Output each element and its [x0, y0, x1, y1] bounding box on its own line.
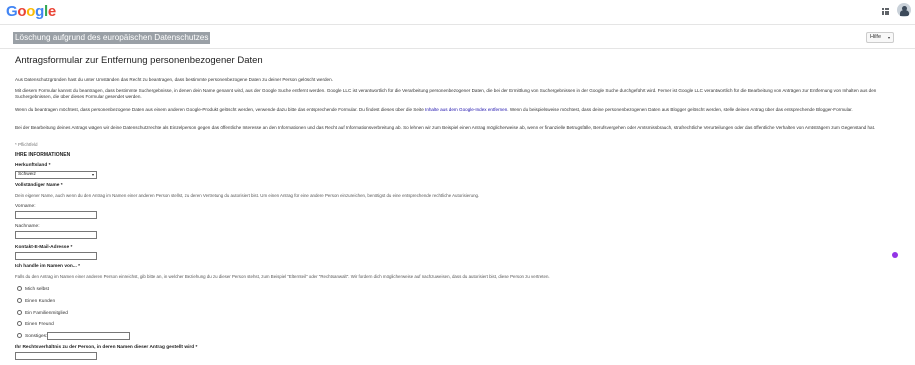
logo-letter: e — [47, 3, 56, 20]
scope-paragraph: Mit diesem Formular kannst du beantragen… — [15, 88, 877, 99]
paragraph-text: Wenn du beantragen möchtest, dass person… — [15, 107, 426, 112]
radio-label: Sonstiges: — [25, 333, 48, 339]
balancing-paragraph: Bei der Bearbeitung deines Antrags wägen… — [15, 125, 876, 130]
lastname-input[interactable] — [15, 231, 97, 239]
country-select-value: Schweiz — [18, 172, 36, 177]
apps-grid-icon[interactable] — [882, 8, 890, 16]
radio-label: Ein Familienmitglied — [25, 310, 68, 316]
other-relationship-input[interactable] — [47, 332, 130, 340]
relationship-input[interactable] — [15, 352, 97, 360]
logo-letter: o — [26, 3, 36, 20]
intro-paragraph: Aus Datenschutzgründen hast du unter Ums… — [15, 77, 333, 82]
help-button[interactable]: Hilfe ▾ — [866, 32, 894, 43]
section-title: IHRE INFORMATIONEN — [15, 152, 71, 158]
google-logo[interactable]: Google — [6, 3, 56, 20]
paragraph-text: . Wenn du beispielsweise möchtest, dass … — [507, 107, 853, 112]
radio-button[interactable] — [17, 310, 22, 315]
form-title: Antragsformular zur Entfernung personenb… — [15, 55, 263, 66]
radio-button[interactable] — [17, 333, 22, 338]
remove-content-link[interactable]: Inhalte aus dem Google-Index entfernen — [425, 107, 507, 112]
radio-self[interactable]: Mich selbst — [17, 286, 49, 292]
country-label: Herkunftsland * — [15, 163, 51, 168]
assistant-dot-icon[interactable] — [892, 252, 898, 258]
other-products-paragraph: Wenn du beantragen möchtest, dass person… — [15, 107, 903, 113]
radio-client[interactable]: Einen Kunden — [17, 298, 55, 304]
avatar[interactable] — [897, 3, 911, 17]
country-select[interactable]: Schweiz ▾ — [15, 171, 97, 179]
radio-button[interactable] — [17, 286, 22, 291]
divider — [0, 48, 915, 49]
radio-other[interactable]: Sonstiges: — [17, 333, 47, 339]
radio-label: Einen Freund — [25, 321, 54, 327]
acting-for-label: Ich handle im Namen von... * — [15, 264, 81, 269]
logo-letter: G — [6, 3, 18, 20]
fullname-label: Vollständiger Name * — [15, 183, 63, 188]
radio-family[interactable]: Ein Familienmitglied — [17, 310, 68, 316]
required-note: * Pflichtfeld — [15, 142, 38, 147]
logo-letter: g — [35, 3, 44, 20]
radio-label: Mich selbst — [25, 286, 49, 292]
email-label: Kontakt-E-Mail-Adresse * — [15, 245, 73, 250]
chevron-down-icon: ▾ — [91, 172, 94, 177]
acting-for-hint: Falls du den Antrag im Namen einer ander… — [15, 274, 550, 279]
lastname-label: Nachname: — [15, 224, 40, 229]
fullname-hint: Dein eigener Name, auch wenn du den Antr… — [15, 193, 480, 198]
chevron-down-icon: ▾ — [887, 35, 890, 40]
logo-letter: o — [17, 3, 27, 20]
firstname-label: Vorname: — [15, 204, 36, 209]
page-title-banner: Löschung aufgrund des europäischen Daten… — [13, 32, 211, 44]
radio-friend[interactable]: Einen Freund — [17, 321, 54, 327]
relationship-label: Ihr Rechtsverhältnis zu der Person, in d… — [15, 345, 198, 350]
radio-button[interactable] — [17, 321, 22, 326]
radio-button[interactable] — [17, 298, 22, 303]
help-button-label: Hilfe — [870, 34, 882, 40]
radio-label: Einen Kunden — [25, 298, 56, 304]
email-input[interactable] — [15, 252, 97, 260]
divider — [0, 24, 915, 25]
top-bar: Google — [0, 0, 915, 24]
firstname-input[interactable] — [15, 211, 97, 219]
